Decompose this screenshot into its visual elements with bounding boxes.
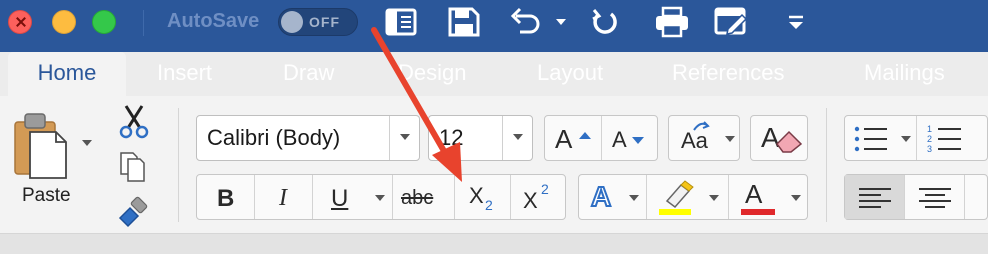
bold-button[interactable]: B: [197, 175, 255, 219]
autosave-toggle[interactable]: OFF: [278, 8, 358, 36]
align-center-icon: [919, 188, 951, 208]
change-case-button[interactable]: Aa: [668, 115, 740, 161]
align-center-button[interactable]: [905, 175, 965, 219]
bold-label: B: [217, 185, 235, 212]
text-effects-button[interactable]: A: [579, 175, 647, 219]
chevron-down-icon: [513, 134, 523, 140]
undo-icon[interactable]: [506, 4, 546, 40]
highlighter-icon: [665, 180, 694, 209]
edit-icon[interactable]: [712, 4, 752, 40]
grow-font-button[interactable]: A: [545, 116, 602, 160]
minimize-window-button[interactable]: [52, 10, 76, 34]
align-right-button[interactable]: [965, 175, 988, 219]
font-color-label: A: [745, 179, 763, 209]
subscript-mark: 2: [485, 197, 493, 213]
shrink-font-button[interactable]: A: [602, 116, 658, 160]
superscript-label: X: [523, 188, 538, 213]
svg-text:1: 1: [927, 124, 932, 134]
arrow-down-icon: [632, 137, 644, 144]
paste-label: Paste: [22, 185, 71, 206]
underline-label: U: [331, 185, 349, 212]
grow-font-label: A: [555, 124, 573, 154]
strikethrough-label: abc: [401, 187, 434, 209]
color-buttons: A A: [578, 174, 808, 220]
alignment-buttons: [844, 174, 988, 220]
annotation-arrow: [371, 27, 462, 182]
highlight-button[interactable]: [647, 175, 729, 219]
svg-text:3: 3: [927, 144, 932, 154]
tab-home[interactable]: Home: [8, 52, 126, 100]
eraser-icon: [776, 130, 803, 153]
tab-insert[interactable]: Insert: [157, 60, 212, 86]
refresh-arrow-icon: [693, 121, 710, 131]
list-buttons: 1 2 3: [844, 115, 988, 161]
undo-dropdown-icon[interactable]: [556, 19, 566, 25]
tab-references[interactable]: References: [672, 60, 785, 86]
bullets-button[interactable]: [845, 116, 917, 160]
font-color-swatch: [741, 209, 775, 215]
chevron-down-icon[interactable]: [375, 195, 385, 201]
close-window-button[interactable]: [8, 10, 32, 34]
tab-draw[interactable]: Draw: [283, 60, 334, 86]
highlight-color-swatch: [659, 209, 691, 215]
cut-icon[interactable]: [118, 104, 150, 140]
group-divider: [178, 108, 179, 222]
paste-icon[interactable]: [12, 108, 72, 180]
customize-icon[interactable]: [776, 4, 816, 40]
italic-label: I: [279, 185, 287, 211]
text-effects-label: A: [590, 180, 612, 213]
title-bar: AutoSave OFF: [0, 0, 988, 52]
superscript-mark: 2: [541, 181, 549, 197]
document-top-strip: [0, 234, 988, 254]
toggle-knob: [281, 11, 303, 33]
chevron-down-icon[interactable]: [709, 195, 719, 201]
autosave-label: AutoSave: [167, 10, 260, 32]
italic-button[interactable]: I: [255, 175, 313, 219]
print-icon[interactable]: [652, 4, 692, 40]
copy-icon[interactable]: [118, 150, 148, 184]
tab-layout[interactable]: Layout: [537, 60, 603, 86]
chevron-down-icon[interactable]: [725, 136, 735, 142]
tab-mailings[interactable]: Mailings: [864, 60, 945, 86]
arrow-up-icon: [579, 132, 591, 139]
numbered-list-icon: 1 2 3: [927, 124, 961, 154]
numbering-button[interactable]: 1 2 3: [917, 116, 988, 160]
chevron-down-icon[interactable]: [791, 195, 801, 201]
bullet-list-icon: [854, 126, 887, 152]
chevron-down-icon[interactable]: [901, 136, 911, 142]
font-size-buttons: A A: [544, 115, 658, 161]
autosave-state: OFF: [309, 14, 340, 30]
shrink-font-label: A: [612, 127, 627, 152]
svg-text:2: 2: [927, 134, 932, 144]
chevron-down-icon[interactable]: [629, 195, 639, 201]
align-left-icon: [859, 188, 891, 208]
title-bar-divider: [143, 10, 144, 36]
font-color-button[interactable]: A: [729, 175, 808, 219]
maximize-window-button[interactable]: [92, 10, 116, 34]
font-size-dropdown[interactable]: [502, 116, 532, 160]
format-painter-icon[interactable]: [116, 194, 152, 228]
align-left-button[interactable]: [845, 175, 905, 219]
paste-dropdown-icon[interactable]: [82, 140, 92, 146]
redo-icon[interactable]: [585, 4, 625, 40]
group-divider: [826, 108, 827, 222]
clear-formatting-button[interactable]: A: [750, 115, 808, 161]
font-family-value: Calibri (Body): [207, 125, 341, 150]
superscript-button[interactable]: X 2: [511, 175, 566, 219]
